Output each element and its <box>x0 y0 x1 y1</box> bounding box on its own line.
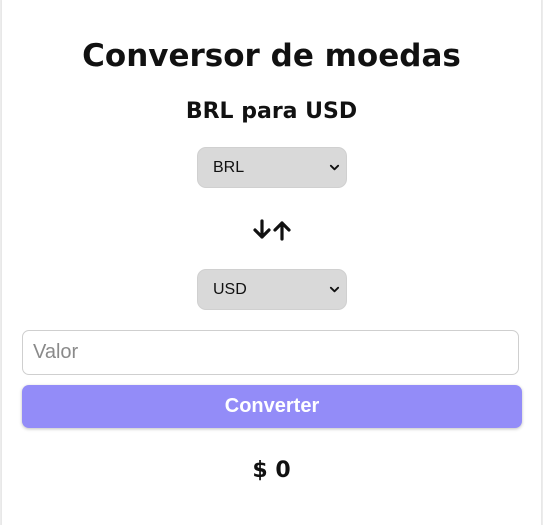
to-currency-select[interactable]: USD <box>197 269 347 310</box>
conversion-subtitle: BRL para USD <box>185 99 358 124</box>
amount-input[interactable] <box>22 330 519 375</box>
page-title: Conversor de moedas <box>82 38 461 74</box>
chevron-down-icon <box>329 286 340 293</box>
conversion-result: $ 0 <box>252 458 291 483</box>
convert-button[interactable]: Converter <box>22 385 522 428</box>
chevron-down-icon <box>329 164 340 171</box>
from-currency-select[interactable]: BRL <box>197 147 347 188</box>
swap-arrows-icon[interactable] <box>252 218 292 242</box>
to-currency-value: USD <box>213 281 247 298</box>
converter-card <box>2 0 541 525</box>
from-currency-value: BRL <box>213 159 245 176</box>
